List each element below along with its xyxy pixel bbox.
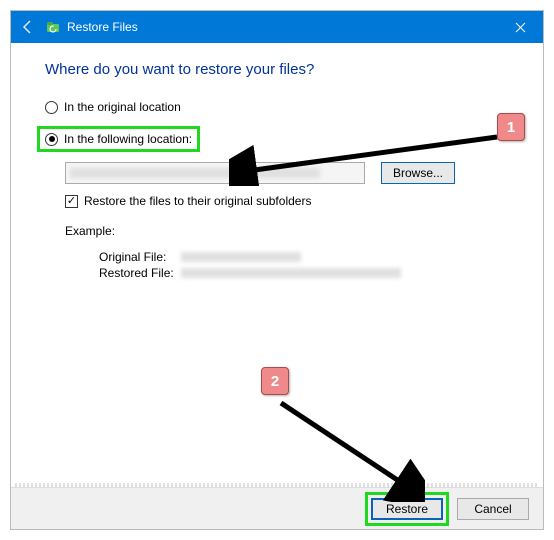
example-grid: Original File: Restored File: bbox=[99, 250, 509, 280]
window-title: Restore Files bbox=[67, 20, 138, 34]
cancel-button[interactable]: Cancel bbox=[457, 498, 529, 520]
content-area: Where do you want to restore your files?… bbox=[11, 43, 543, 487]
browse-button[interactable]: Browse... bbox=[381, 162, 455, 184]
restore-files-icon bbox=[45, 19, 61, 35]
annotation-badge-1: 1 bbox=[497, 113, 525, 141]
arrow-left-icon bbox=[20, 19, 36, 35]
back-button[interactable] bbox=[11, 11, 45, 43]
title-bar: Restore Files bbox=[11, 11, 543, 43]
highlight-restore-button: Restore bbox=[365, 492, 449, 526]
radio-original-location[interactable]: In the original location bbox=[45, 100, 509, 114]
highlight-following-location: In the following location: bbox=[37, 126, 200, 152]
example-restored-label: Restored File: bbox=[99, 266, 181, 280]
radio-icon bbox=[45, 101, 58, 114]
example-restored-value bbox=[181, 267, 381, 279]
location-path-input[interactable] bbox=[65, 162, 365, 184]
dialog-window: Restore Files Where do you want to resto… bbox=[10, 10, 544, 530]
close-button[interactable] bbox=[498, 11, 543, 43]
restore-label: Restore bbox=[386, 502, 428, 516]
radio-label: In the original location bbox=[64, 100, 181, 114]
dialog-footer: Restore Cancel bbox=[11, 487, 543, 529]
checkbox-label: Restore the files to their original subf… bbox=[84, 194, 311, 208]
footer-separator bbox=[15, 483, 539, 487]
browse-label: Browse... bbox=[393, 166, 443, 180]
close-icon bbox=[515, 22, 526, 33]
checkbox-icon: ✓ bbox=[65, 195, 78, 208]
annotation-badge-2: 2 bbox=[261, 367, 289, 395]
cancel-label: Cancel bbox=[474, 502, 511, 516]
radio-label: In the following location: bbox=[64, 132, 192, 146]
example-original-label: Original File: bbox=[99, 250, 181, 264]
example-original-value bbox=[181, 251, 381, 263]
restore-subfolders-checkbox[interactable]: ✓ Restore the files to their original su… bbox=[65, 194, 509, 208]
restore-button[interactable]: Restore bbox=[371, 498, 443, 520]
radio-following-location[interactable]: In the following location: bbox=[45, 132, 192, 146]
path-row: Browse... bbox=[65, 162, 509, 184]
page-heading: Where do you want to restore your files? bbox=[45, 61, 509, 78]
example-title: Example: bbox=[65, 224, 509, 238]
radio-icon bbox=[45, 133, 58, 146]
